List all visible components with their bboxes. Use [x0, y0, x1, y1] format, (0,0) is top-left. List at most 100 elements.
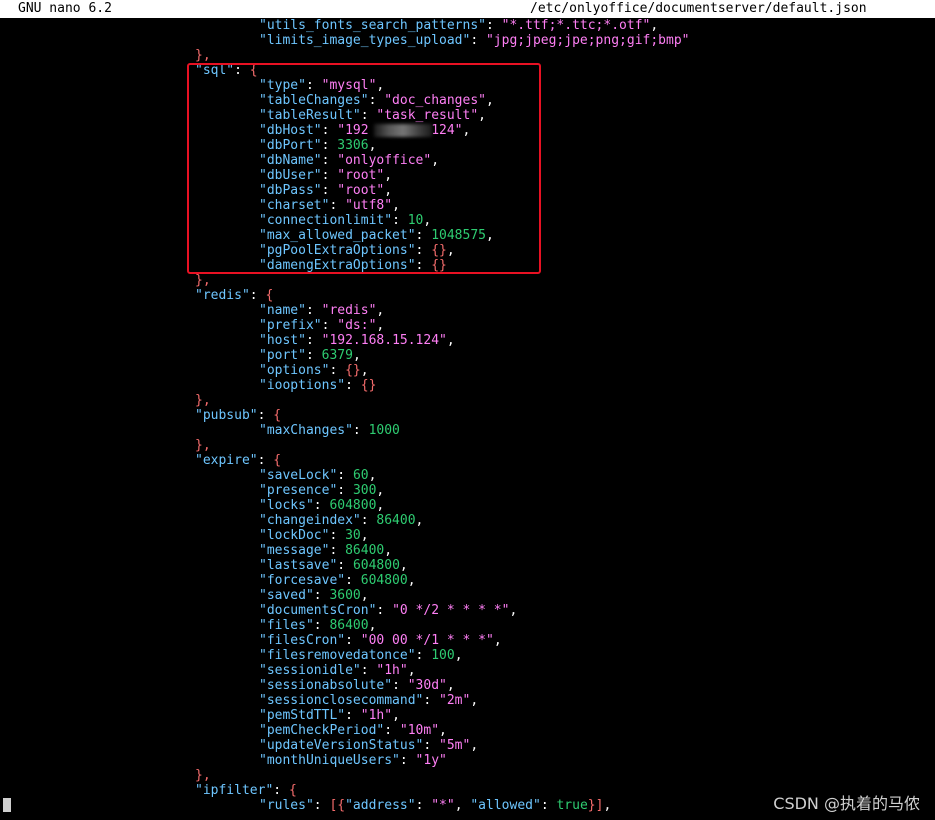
json-key: "updateVersionStatus" [259, 738, 424, 753]
code-line: "locks": 604800, [259, 498, 384, 513]
code-colon: : [329, 528, 346, 543]
sql-highlight-box [187, 63, 541, 274]
json-number: 60 [352, 468, 369, 483]
json-key: "monthUniqueUsers" [259, 753, 400, 768]
file-path: /etc/onlyoffice/documentserver/default.j… [530, 1, 867, 16]
json-number: 300 [352, 483, 377, 498]
json-key: "message" [259, 543, 330, 558]
json-number: 86400 [345, 543, 385, 558]
code-colon: : [376, 603, 393, 618]
app-name: GNU nano 6.2 [18, 1, 112, 16]
code-colon: : [360, 663, 377, 678]
code-comma: , [399, 558, 408, 573]
code-colon: : [345, 633, 361, 648]
json-string: "10m" [399, 723, 440, 738]
code-line: "monthUniqueUsers": "1y" [259, 753, 447, 768]
code-comma: , [368, 468, 377, 483]
json-key: "name" [259, 303, 306, 318]
code-comma: , [376, 303, 385, 318]
code-comma: , [407, 663, 416, 678]
code-line: "changeindex": 86400, [259, 513, 423, 528]
code-colon: : [313, 618, 330, 633]
json-string: "1y" [415, 753, 447, 768]
csdn-watermark: CSDN @执着的马侬 [773, 794, 920, 813]
json-key: "documentsCron" [259, 603, 377, 618]
code-colon: : [273, 783, 289, 798]
code-line: "updateVersionStatus": "5m", [259, 738, 478, 753]
code-colon: : [257, 408, 274, 423]
code-line: "documentsCron": "0 */2 * * * *", [259, 603, 517, 618]
code-line: "pubsub": { [195, 408, 281, 423]
json-key: "filesCron" [259, 633, 346, 648]
code-punctuation: }, [195, 273, 211, 288]
json-key: "lastsave" [259, 558, 338, 573]
json-key: "rules" [259, 798, 314, 813]
code-line: "ipfilter": { [195, 783, 297, 798]
json-boolean: true [556, 798, 588, 813]
code-colon: : [305, 303, 322, 318]
code-comma: , [352, 348, 361, 363]
code-colon: : [345, 708, 361, 723]
json-key: "maxChanges" [259, 423, 353, 438]
json-string: "ds:" [337, 318, 377, 333]
code-comma: , [368, 618, 377, 633]
json-string: "jpg;jpeg;jpe;png;gif;bmp" [485, 33, 690, 48]
json-string: "30d" [407, 678, 447, 693]
code-punctuation: }, [195, 768, 211, 783]
code-comma: , [384, 543, 393, 558]
code-colon: : [415, 648, 432, 663]
json-key: "pemCheckPeriod" [259, 723, 385, 738]
json-key: "expire" [195, 453, 258, 468]
json-string: "*" [431, 798, 455, 813]
code-line: "pemStdTTL": "1h", [259, 708, 400, 723]
code-comma: , [376, 318, 385, 333]
json-key: "presence" [259, 483, 338, 498]
code-comma: , [493, 633, 502, 648]
json-key: "prefix" [259, 318, 322, 333]
code-line: "rules": [{"address": "*", "allowed": tr… [259, 798, 611, 813]
code-punctuation: { [288, 783, 297, 798]
json-key: "ipfilter" [195, 783, 274, 798]
json-key: "pubsub" [195, 408, 258, 423]
json-number: 86400 [376, 513, 416, 528]
json-string: "*.ttf;*.ttc;*.otf" [501, 18, 651, 33]
code-line: "lockDoc": 30, [259, 528, 369, 543]
json-key: "pemStdTTL" [259, 708, 346, 723]
json-key: "locks" [259, 498, 314, 513]
json-key: "redis" [195, 288, 250, 303]
code-colon: : [257, 453, 274, 468]
code-line: "message": 86400, [259, 543, 392, 558]
code-comma: , [360, 528, 369, 543]
code-colon: : [399, 753, 416, 768]
code-colon: : [305, 333, 322, 348]
json-number: 3600 [329, 588, 361, 603]
code-colon: : [329, 543, 346, 558]
json-number: 604800 [329, 498, 377, 513]
json-key: "sessionclosecommand" [259, 693, 424, 708]
code-line: "iooptions": {} [259, 378, 376, 393]
code-comma: , [446, 678, 455, 693]
code-colon: : [329, 363, 346, 378]
json-string: "5m" [439, 738, 471, 753]
code-comma: , [392, 708, 400, 723]
code-colon: : [321, 318, 338, 333]
code-line: "filesCron": "00 00 */1 * * *", [259, 633, 502, 648]
code-comma: , [650, 18, 659, 33]
code-line: "limits_image_types_upload": "jpg;jpeg;j… [259, 33, 689, 48]
code-comma: , [470, 693, 479, 708]
json-number: 30 [345, 528, 361, 543]
code-line: "utils_fonts_search_patterns": "*.ttf;*.… [259, 18, 658, 33]
code-line: "saveLock": 60, [259, 468, 376, 483]
json-string: "1h" [360, 708, 393, 723]
code-line: "prefix": "ds:", [259, 318, 384, 333]
code-line: "sessionidle": "1h", [259, 663, 416, 678]
code-colon: : [249, 288, 266, 303]
code-punctuation: { [273, 453, 282, 468]
code-colon: : [384, 723, 400, 738]
text-cursor [3, 798, 11, 812]
code-comma: , [407, 573, 416, 588]
code-colon: : [423, 693, 440, 708]
json-number: 86400 [329, 618, 369, 633]
code-punctuation: [{ [329, 798, 346, 813]
code-colon: : [470, 33, 486, 48]
